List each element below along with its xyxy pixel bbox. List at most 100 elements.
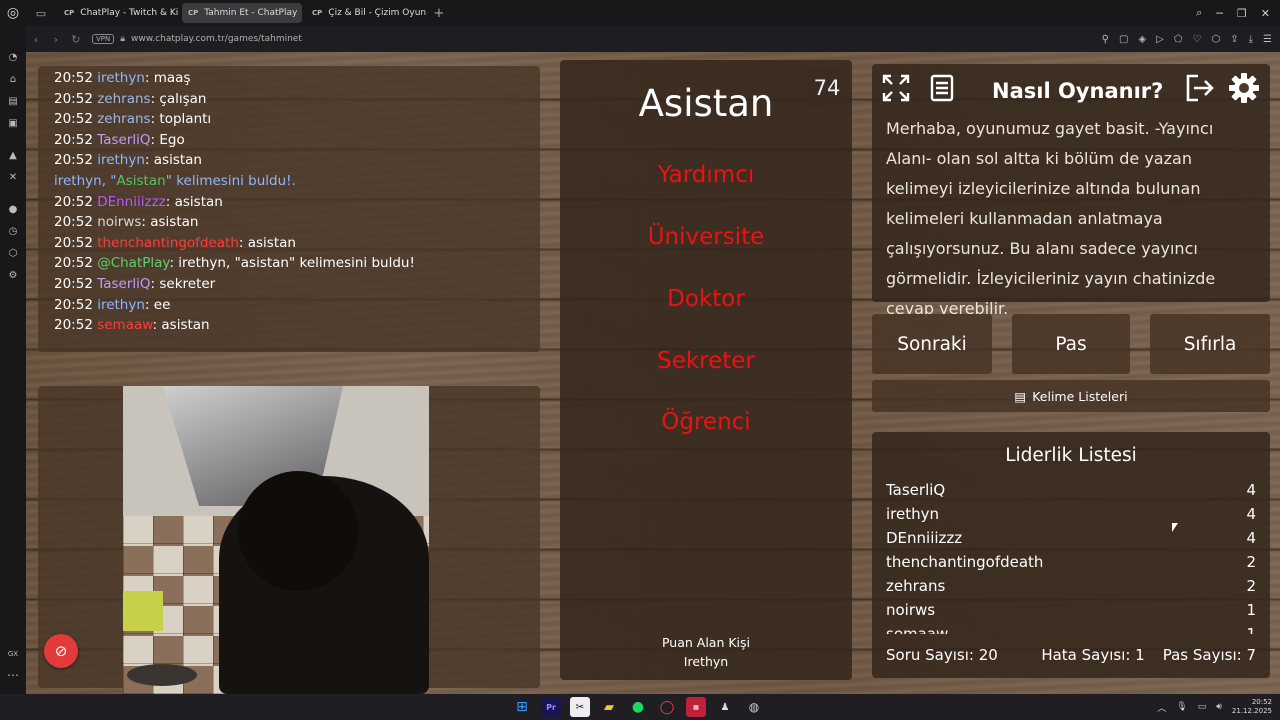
settings-sidebar-icon[interactable]: ⚙: [9, 268, 18, 282]
clock[interactable]: 20:52 21.12.2025: [1232, 698, 1272, 716]
fullscreen-icon[interactable]: [880, 72, 912, 104]
pass-button[interactable]: Pas: [1012, 314, 1130, 374]
chat-message: 20:52 zehrans: çalışan: [54, 89, 540, 110]
gx-control-icon[interactable]: ◔: [9, 50, 18, 64]
chat-username[interactable]: semaaw: [97, 317, 152, 333]
minimize-icon[interactable]: ─: [1216, 7, 1223, 20]
chat-time: 20:52: [54, 255, 93, 272]
chat-username[interactable]: irethyn: [97, 70, 145, 86]
reload-icon[interactable]: ↻: [66, 33, 86, 46]
url-field[interactable]: www.chatplay.com.tr/games/tahminet: [131, 34, 302, 44]
chat-message: 20:52 @ChatPlay: irethyn, "asistan" keli…: [54, 253, 540, 274]
chat-text: : asistan: [141, 214, 199, 231]
tab-label: ChatPlay - Twitch & Kick İ: [80, 8, 178, 18]
tab-chatplay[interactable]: CP ChatPlay - Twitch & Kick İ: [58, 3, 178, 23]
news-icon[interactable]: ▤: [8, 94, 17, 108]
chat-username[interactable]: TaserliQ: [97, 132, 150, 148]
back-icon[interactable]: ‹: [26, 33, 46, 46]
chat-username[interactable]: irethyn: [97, 152, 145, 168]
chat-text: : sekreter: [150, 275, 216, 292]
menu-icon[interactable]: ☰: [1263, 34, 1272, 45]
chat-username[interactable]: DEnniiizzz: [97, 194, 166, 210]
vpn-badge[interactable]: VPN: [92, 34, 115, 44]
opera-gx-icon[interactable]: ◯: [657, 697, 677, 717]
extensions-sidebar-icon[interactable]: ⬡: [9, 246, 18, 260]
bookmark-icon[interactable]: ⬠: [1174, 34, 1183, 45]
share-icon[interactable]: ⇪: [1230, 34, 1238, 45]
player-name: DEnniiizzz: [886, 529, 963, 547]
tab-tahmin-et[interactable]: CP Tahmin Et - ChatPlay: [182, 3, 302, 23]
shield-icon[interactable]: ◈: [1138, 34, 1146, 45]
chat-time: 20:52: [54, 317, 93, 334]
system-tray: ︿ 🎙︎ ▭ 🔊︎ 20:52 21.12.2025: [1157, 694, 1272, 720]
download-icon[interactable]: ⤓: [1249, 34, 1253, 45]
chevron-up-icon[interactable]: ︿: [1157, 701, 1166, 714]
x-twitter-icon[interactable]: ✕: [9, 170, 17, 184]
chat-time: 20:52: [54, 90, 93, 107]
history-icon[interactable]: ◷: [9, 224, 18, 238]
word-lists-button[interactable]: ▤ Kelime Listeleri: [872, 380, 1270, 412]
gx-label-icon[interactable]: GX: [8, 650, 18, 658]
stop-icon[interactable]: ⊘: [44, 634, 78, 668]
chat-username[interactable]: irethyn: [97, 297, 145, 313]
capcut-icon[interactable]: ✂: [570, 697, 590, 717]
pin-icon[interactable]: ⚲: [1102, 34, 1109, 45]
messenger-icon[interactable]: ▣: [8, 116, 17, 130]
new-tab-button[interactable]: +: [428, 6, 450, 21]
steam-icon[interactable]: ◍: [744, 697, 764, 717]
next-button[interactable]: Sonraki: [872, 314, 992, 374]
chatplay-favicon-icon: CP: [64, 9, 75, 17]
premiere-icon[interactable]: Pr: [541, 697, 561, 717]
chat-username[interactable]: @ChatPlay: [97, 255, 169, 271]
lock-icon[interactable]: 🔒︎: [120, 34, 125, 44]
tab-island-icon[interactable]: ▭: [26, 0, 56, 26]
webcam-box: [123, 591, 163, 631]
windows-start-icon[interactable]: ⊞: [512, 697, 532, 717]
app-icon[interactable]: ▦: [686, 697, 706, 717]
chat-time: 20:52: [54, 234, 93, 251]
player-name: semaaw: [886, 625, 949, 634]
gx-corner-icon[interactable]: ⌂: [10, 72, 16, 86]
play-icon[interactable]: ▷: [1156, 34, 1164, 45]
opera-gx-logo-icon[interactable]: ◎: [0, 0, 26, 26]
exit-icon[interactable]: [1184, 72, 1216, 104]
player-name: zehrans: [886, 577, 946, 595]
heart-icon[interactable]: ♡: [1193, 34, 1202, 45]
aria-icon[interactable]: ▲: [9, 148, 17, 162]
leaderboard-list[interactable]: TaserliQ 4 irethyn 4 DEnniiizzz 4 thenchanting…: [886, 478, 1256, 634]
settings-icon[interactable]: [1228, 72, 1260, 104]
chat-username[interactable]: noirws: [97, 214, 141, 230]
system-message-text: irethyn, ": [54, 172, 117, 189]
search-tabs-icon[interactable]: ⌕: [1196, 6, 1202, 20]
close-icon[interactable]: ✕: [1261, 7, 1270, 20]
player-score: 4: [1246, 529, 1256, 547]
more-icon[interactable]: ⋯: [7, 668, 19, 682]
leaderboard-row: irethyn 4: [886, 502, 1256, 526]
app-icon-2[interactable]: ♟: [715, 697, 735, 717]
display-icon[interactable]: ▭: [1198, 702, 1207, 712]
extensions-icon[interactable]: ⬡: [1211, 34, 1220, 45]
speaker-icon[interactable]: 🔊︎: [1216, 702, 1222, 712]
chat-username[interactable]: zehrans: [97, 91, 150, 107]
restore-icon[interactable]: ❐: [1237, 7, 1247, 20]
spotify-icon[interactable]: ●: [628, 697, 648, 717]
player-icon[interactable]: ●: [9, 202, 18, 216]
screen: ◎ ▭ CP ChatPlay - Twitch & Kick İ CP Tah…: [0, 0, 1280, 720]
chat-username[interactable]: TaserliQ: [97, 276, 150, 292]
taboo-word: Üniversite: [647, 224, 765, 250]
chat-username[interactable]: thenchantingofdeath: [97, 235, 239, 251]
file-explorer-icon[interactable]: ▰: [599, 697, 619, 717]
microphone-icon[interactable]: 🎙︎: [1176, 702, 1187, 712]
tab-ciz-bil[interactable]: CP Çiz & Bil - Çizim Oyunu: [306, 3, 426, 23]
snapshot-icon[interactable]: ▢: [1119, 34, 1128, 45]
forward-icon[interactable]: ›: [46, 33, 66, 46]
how-to-play-text: Merhaba, oyunumuz gayet basit. -Yayıncı …: [886, 119, 1216, 318]
system-message-text: " kelimesini buldu!.: [165, 172, 296, 189]
reset-button[interactable]: Sıfırla: [1150, 314, 1270, 374]
chat-username[interactable]: zehrans: [97, 111, 150, 127]
notepad-icon: ▤: [1014, 388, 1027, 404]
player-name: noirws: [886, 601, 936, 619]
taboo-word: Yardımcı: [657, 162, 755, 188]
document-icon[interactable]: [926, 72, 958, 104]
player-score: 2: [1246, 553, 1256, 571]
